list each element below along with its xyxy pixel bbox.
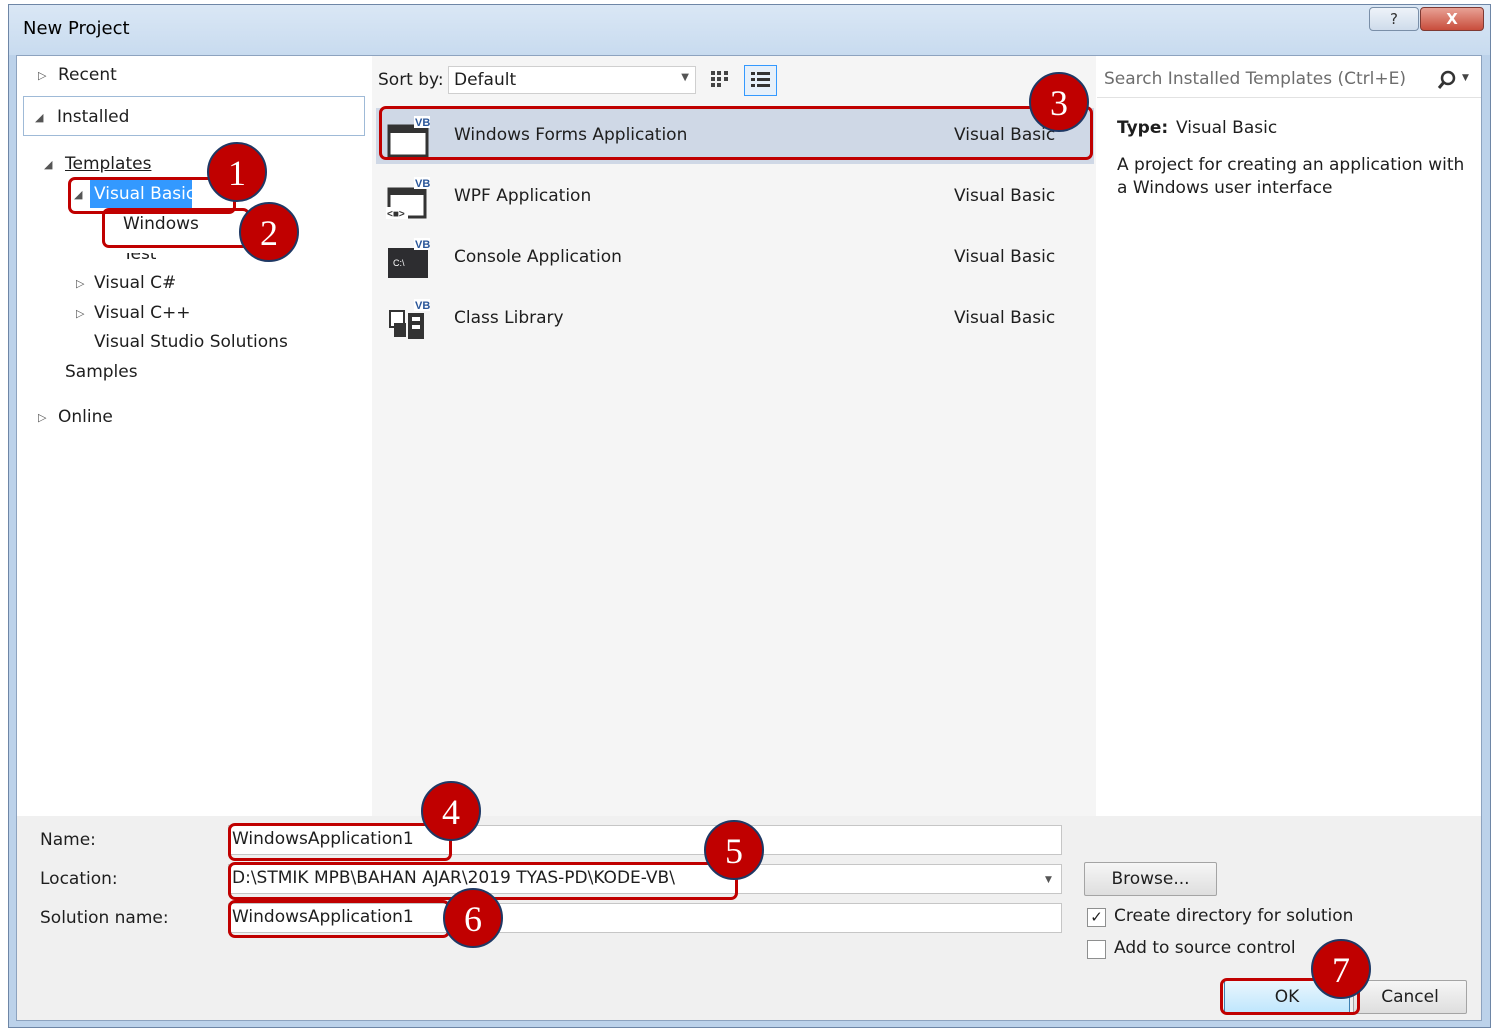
chevron-down-icon: ▼ xyxy=(681,72,689,83)
template-name: Class Library xyxy=(454,308,564,328)
vb-class-library-icon: VB xyxy=(389,299,430,339)
tree-item-vs-solutions[interactable]: Visual Studio Solutions xyxy=(94,332,288,352)
template-language: Visual Basic xyxy=(954,247,1056,267)
search-placeholder: Search Installed Templates (Ctrl+E) xyxy=(1104,69,1406,89)
svg-text:VB: VB xyxy=(415,178,430,190)
tree-item-online[interactable]: Online xyxy=(58,407,113,427)
search-icon[interactable] xyxy=(1436,69,1458,91)
template-row-class-library[interactable]: VB Class Library Visual Basic xyxy=(376,291,1094,347)
tree-item-visual-cpp[interactable]: Visual C++ xyxy=(94,303,191,323)
sort-by-dropdown[interactable]: Default ▼ xyxy=(448,66,696,94)
location-dropdown-icon[interactable]: ▼ xyxy=(1045,875,1052,885)
source-control-checkbox[interactable] xyxy=(1087,940,1106,959)
tree-item-installed[interactable]: Installed xyxy=(57,107,129,127)
expand-icon[interactable]: ▷ xyxy=(38,411,46,424)
svg-text:<■>: <■> xyxy=(387,209,405,219)
list-view-icon xyxy=(751,72,770,87)
location-label: Location: xyxy=(40,869,118,889)
expand-icon[interactable]: ▷ xyxy=(38,69,46,82)
expand-icon[interactable]: ▷ xyxy=(76,277,84,290)
search-dropdown-icon[interactable]: ▼ xyxy=(1462,73,1469,83)
annotation-badge: 5 xyxy=(704,820,764,880)
tree-item-samples[interactable]: Samples xyxy=(65,362,138,382)
details-type-label: Type: xyxy=(1117,118,1169,138)
annotation-box-solution xyxy=(228,900,450,938)
cancel-label: Cancel xyxy=(1381,987,1439,1007)
collapse-icon[interactable]: ◢ xyxy=(44,158,52,171)
expand-icon[interactable]: ▷ xyxy=(76,307,84,320)
annotation-badge: 2 xyxy=(239,202,299,262)
create-directory-label[interactable]: Create directory for solution xyxy=(1114,906,1353,926)
annotation-badge: 1 xyxy=(207,142,267,202)
details-type-value: Visual Basic xyxy=(1176,118,1278,138)
cancel-button[interactable]: Cancel xyxy=(1353,980,1467,1014)
template-language: Visual Basic xyxy=(954,186,1056,206)
template-name: WPF Application xyxy=(454,186,592,206)
browse-label: Browse... xyxy=(1111,869,1190,889)
sort-by-label: Sort by: xyxy=(378,70,444,90)
annotation-box-template xyxy=(379,106,1093,160)
annotation-box-windows xyxy=(102,208,250,248)
sort-by-value: Default xyxy=(454,70,517,90)
vb-console-icon: C:\ VB xyxy=(388,238,430,278)
details-description: A project for creating an application wi… xyxy=(1117,155,1465,198)
annotation-badge: 4 xyxy=(421,781,481,841)
create-directory-checkbox[interactable]: ✓ xyxy=(1087,908,1106,927)
source-control-label[interactable]: Add to source control xyxy=(1114,938,1296,958)
annotation-box-name xyxy=(228,823,452,861)
template-row-console[interactable]: C:\ VB Console Application Visual Basic xyxy=(376,230,1094,286)
tree-item-visual-csharp[interactable]: Visual C# xyxy=(94,273,176,293)
annotation-badge: 3 xyxy=(1029,72,1089,132)
svg-text:C:\: C:\ xyxy=(393,258,405,268)
template-name: Console Application xyxy=(454,247,622,267)
tree-item-templates[interactable]: Templates xyxy=(65,154,151,174)
help-button[interactable]: ? xyxy=(1369,7,1419,31)
annotation-badge: 6 xyxy=(443,888,503,948)
small-icons-view-button[interactable] xyxy=(707,66,735,94)
name-label: Name: xyxy=(40,830,96,850)
template-row-wpf[interactable]: <■> VB WPF Application Visual Basic xyxy=(376,169,1094,225)
list-view-button[interactable] xyxy=(744,65,777,96)
template-language: Visual Basic xyxy=(954,308,1056,328)
browse-button[interactable]: Browse... xyxy=(1084,862,1217,896)
close-button[interactable]: X xyxy=(1420,7,1484,31)
grid-view-icon xyxy=(711,71,728,87)
svg-text:VB: VB xyxy=(415,300,430,312)
annotation-badge: 7 xyxy=(1311,939,1371,999)
svg-text:VB: VB xyxy=(415,239,430,251)
tree-item-recent[interactable]: Recent xyxy=(58,65,117,85)
collapse-icon[interactable]: ◢ xyxy=(35,111,43,124)
title-bar[interactable] xyxy=(9,5,1490,55)
vb-wpf-icon: <■> VB xyxy=(386,177,430,219)
dialog-title: New Project xyxy=(23,18,130,39)
solution-name-label: Solution name: xyxy=(40,908,169,928)
